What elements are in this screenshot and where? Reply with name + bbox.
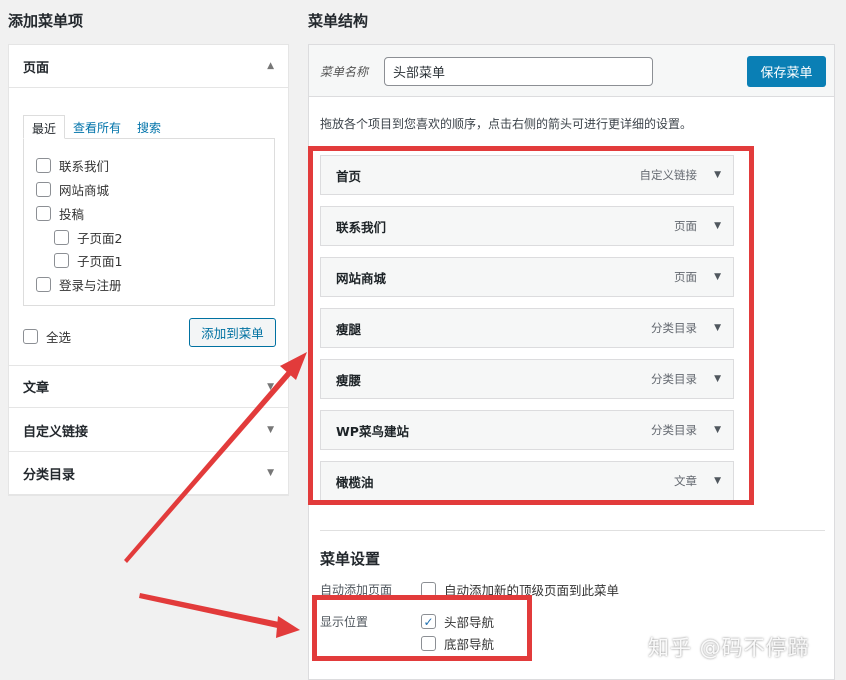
arrow-right-icon — [139, 593, 284, 629]
arrow-up-right-icon — [124, 370, 292, 563]
arrow-right-head — [276, 616, 300, 638]
watermark-text: 知乎 @码不停蹄 — [648, 636, 810, 660]
annotation-arrows — [124, 352, 307, 638]
tab-recent[interactable]: 最近 — [23, 115, 66, 139]
